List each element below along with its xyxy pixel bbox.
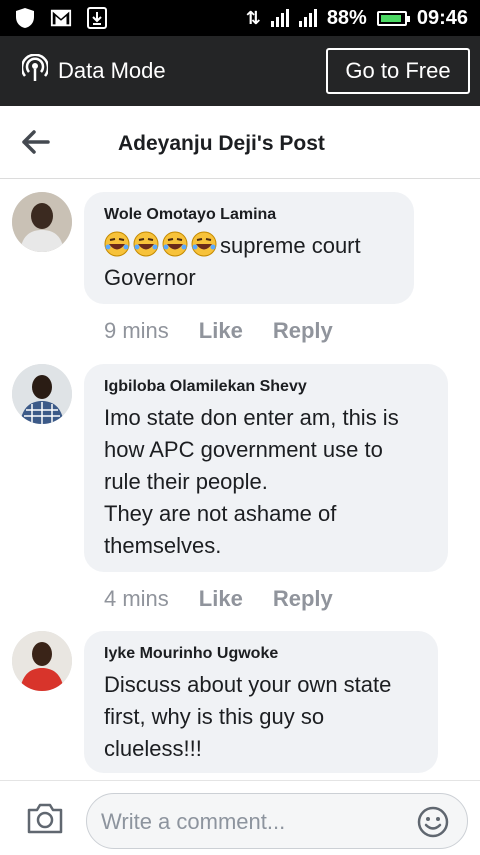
like-button[interactable]: Like — [199, 586, 243, 612]
data-mode-indicator[interactable]: Data Mode — [20, 36, 166, 106]
like-button[interactable]: Like — [199, 318, 243, 344]
comment-composer — [0, 780, 480, 855]
back-arrow-icon[interactable] — [20, 128, 52, 156]
notification-icons — [14, 7, 108, 29]
page-title: Adeyanju Deji's Post — [118, 132, 325, 155]
comment-text: Imo state don enter am, this is how APC … — [104, 405, 399, 558]
emoji-picker-icon[interactable] — [417, 806, 449, 838]
battery-percent: 88% — [326, 6, 367, 29]
signal-icon-2 — [298, 9, 317, 27]
comment-time: 9 mins — [104, 318, 169, 343]
shield-icon — [14, 7, 36, 29]
status-bar: ⇅ 88% 09:46 — [0, 0, 480, 36]
comment-input[interactable] — [99, 794, 403, 850]
post-header: Adeyanju Deji's Post — [0, 106, 480, 179]
avatar[interactable] — [12, 192, 72, 252]
data-transfer-icon: ⇅ — [245, 7, 261, 28]
comment-author[interactable]: Iyke Mourinho Ugwoke — [104, 645, 418, 663]
comment-meta: 9 mins Like Reply — [104, 318, 333, 344]
comment-text: supreme court Governor — [104, 230, 394, 294]
camera-icon[interactable] — [26, 801, 64, 835]
avatar[interactable] — [12, 631, 72, 691]
data-mode-bar: Data Mode Go to Free — [0, 36, 480, 106]
avatar[interactable] — [12, 364, 72, 424]
comment-meta: 4 mins Like Reply — [104, 586, 333, 612]
comment-bubble: Igbiloba Olamilekan Shevy Imo state don … — [84, 364, 448, 572]
go-to-free-button[interactable]: Go to Free — [326, 48, 470, 94]
comment-author[interactable]: Wole Omotayo Lamina — [104, 206, 394, 224]
comment-bubble: Wole Omotayo Lamina supreme court Govern… — [84, 192, 414, 304]
comment-author[interactable]: Igbiloba Olamilekan Shevy — [104, 378, 428, 396]
reply-button[interactable]: Reply — [273, 586, 333, 612]
gmail-icon — [50, 7, 72, 29]
comment-text: Discuss about your own state first, why … — [104, 672, 392, 761]
signal-icon-1 — [270, 9, 289, 27]
laughing-emoji-icon — [104, 231, 220, 258]
comment-input-box[interactable] — [86, 793, 468, 850]
battery-icon — [376, 10, 410, 26]
broadcast-icon — [20, 53, 50, 88]
comment-time: 4 mins — [104, 586, 169, 611]
clock: 09:46 — [416, 6, 468, 29]
download-icon — [86, 7, 108, 29]
comment-bubble: Iyke Mourinho Ugwoke Discuss about your … — [84, 631, 438, 773]
reply-button[interactable]: Reply — [273, 318, 333, 344]
data-mode-label: Data Mode — [58, 58, 166, 83]
status-indicators: ⇅ 88% 09:46 — [246, 0, 468, 36]
